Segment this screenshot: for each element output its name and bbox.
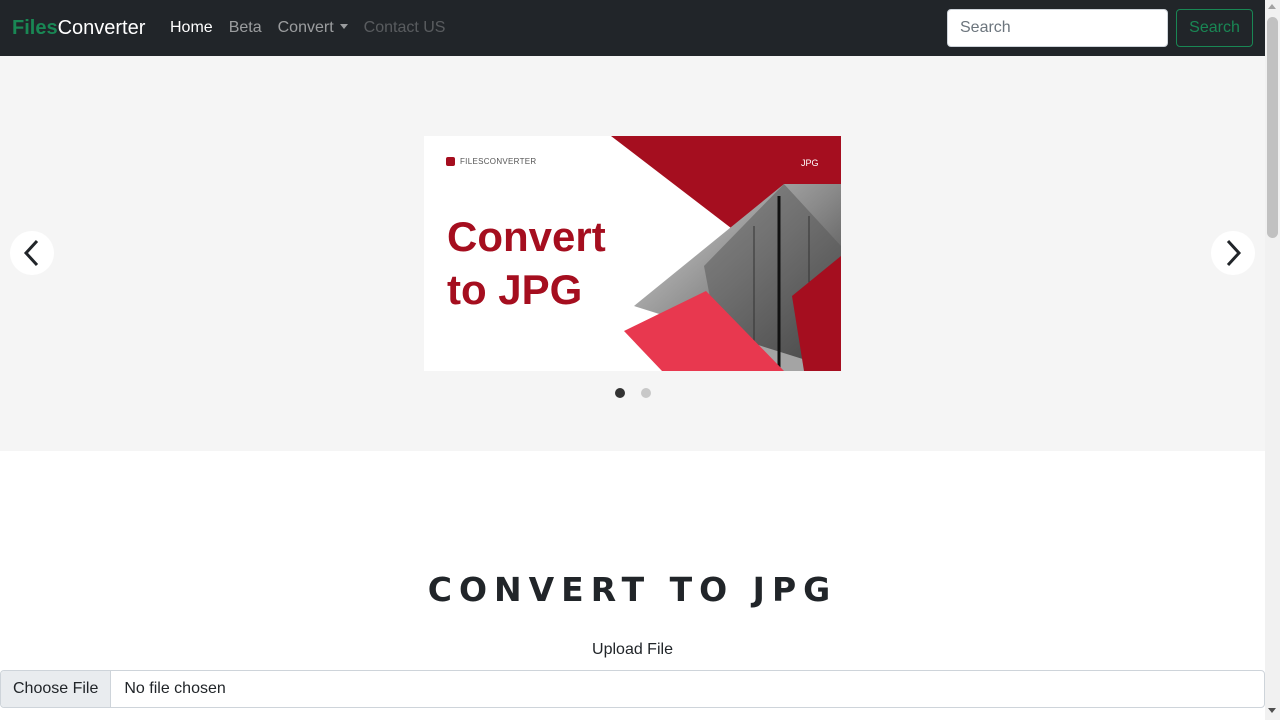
nav-convert-label: Convert (277, 19, 334, 36)
nav-contact: Contact US (363, 19, 446, 36)
brand-part-files: Files (12, 17, 58, 39)
page-scrollbar[interactable] (1265, 0, 1280, 720)
brand-part-converter: Converter (57, 17, 146, 39)
search-input[interactable] (947, 9, 1168, 47)
slide-heading: Convert to JPG (447, 210, 647, 316)
nav-convert-dropdown[interactable]: Convert (270, 16, 356, 40)
chevron-right-icon (1226, 239, 1242, 267)
file-upload-input[interactable]: Choose File No file chosen (0, 670, 1265, 708)
search-button[interactable]: Search (1176, 9, 1253, 47)
nav-beta[interactable]: Beta (221, 16, 270, 40)
file-status-text: No file chosen (124, 680, 226, 697)
upload-label: Upload File (592, 641, 673, 658)
slide-logo: FILESCONVERTER (446, 157, 537, 166)
carousel-slide-image: FILESCONVERTER JPG Convert to JPG (424, 136, 841, 371)
carousel-prev-button[interactable] (10, 231, 54, 275)
slide-heading-line2: to JPG (447, 266, 583, 313)
slide-logo-text: FILESCONVERTER (460, 157, 537, 166)
caret-down-icon (339, 24, 348, 29)
scroll-down-arrow-icon[interactable] (1268, 708, 1276, 713)
carousel-next-button[interactable] (1211, 231, 1255, 275)
carousel-indicator-2[interactable] (641, 388, 651, 398)
scroll-thumb[interactable] (1267, 17, 1278, 238)
hero-carousel: FILESCONVERTER JPG Convert to JPG (0, 56, 1265, 451)
slide-heading-line1: Convert (447, 213, 606, 260)
slide-format-tag: JPG (801, 158, 819, 168)
top-navbar: FilesConverter Home Beta Convert Contact… (0, 0, 1265, 56)
carousel-indicator-1[interactable] (615, 388, 625, 398)
filesconverter-mark-icon (446, 157, 455, 166)
page-title: CONVERT TO JPG (427, 570, 838, 609)
brand-logo[interactable]: FilesConverter (12, 14, 145, 42)
nav-links: Home Beta Convert Contact US (162, 16, 453, 40)
choose-file-button[interactable]: Choose File (1, 671, 112, 707)
nav-home[interactable]: Home (162, 16, 221, 40)
scroll-up-arrow-icon[interactable] (1268, 4, 1276, 9)
chevron-left-icon (23, 239, 39, 267)
